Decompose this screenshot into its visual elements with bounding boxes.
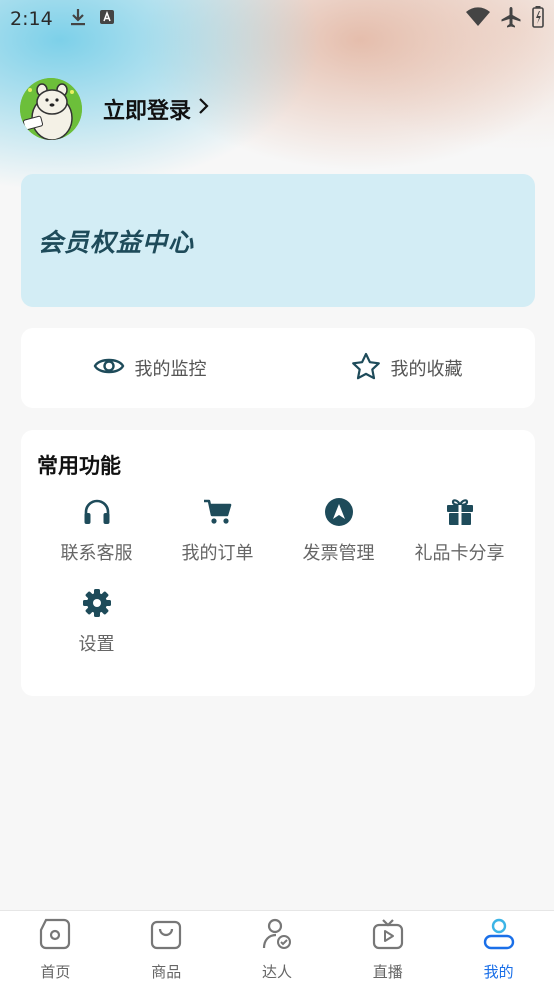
section-title: 常用功能: [37, 454, 121, 478]
quick-link-label: 我的收藏: [390, 359, 463, 380]
chevron-right-icon: [197, 96, 209, 122]
wifi-icon: [466, 7, 490, 31]
home-icon: [38, 917, 72, 955]
star-icon: [351, 352, 381, 385]
gear-icon: [81, 587, 113, 619]
battery-icon: [532, 6, 544, 32]
avatar[interactable]: [20, 78, 82, 140]
common-functions-card: 常用功能 联系客服 我的订单 发票管理 礼品卡分享 设置: [21, 430, 535, 696]
bag-icon: [149, 917, 183, 955]
download-icon: [69, 7, 87, 31]
live-icon: [371, 917, 405, 955]
function-label: 我的订单: [181, 543, 254, 564]
tab-live[interactable]: 直播: [332, 911, 443, 984]
vip-title: 会员权益中心: [38, 227, 195, 257]
vip-benefits-card[interactable]: 会员权益中心: [21, 174, 535, 307]
function-label: 联系客服: [60, 543, 133, 564]
tab-experts[interactable]: 达人: [222, 911, 333, 984]
function-my-orders[interactable]: 我的订单: [157, 496, 278, 565]
function-gift-card-share[interactable]: 礼品卡分享: [399, 496, 520, 565]
status-time: 2:14: [10, 8, 53, 30]
user-icon: [482, 917, 516, 955]
function-label: 发票管理: [302, 543, 375, 564]
function-invoice-management[interactable]: 发票管理: [278, 496, 399, 565]
tab-label: 商品: [151, 963, 182, 981]
tab-label: 直播: [372, 963, 403, 981]
tab-products[interactable]: 商品: [111, 911, 222, 984]
login-link[interactable]: 立即登录: [103, 93, 209, 125]
function-customer-service[interactable]: 联系客服: [36, 496, 157, 565]
a-badge-icon: [99, 9, 115, 29]
quick-link-monitor[interactable]: 我的监控: [21, 354, 278, 383]
eye-icon: [93, 354, 125, 383]
function-settings[interactable]: 设置: [36, 587, 157, 656]
tab-home[interactable]: 首页: [0, 911, 111, 984]
expert-icon: [260, 917, 294, 955]
status-bar: 2:14: [0, 0, 554, 38]
login-label: 立即登录: [103, 99, 192, 124]
quick-link-favorites[interactable]: 我的收藏: [278, 352, 535, 385]
function-label: 礼品卡分享: [414, 543, 505, 564]
tab-label: 首页: [40, 963, 71, 981]
gift-icon: [444, 496, 476, 528]
functions-grid: 联系客服 我的订单 发票管理 礼品卡分享 设置: [36, 496, 520, 656]
headphones-icon: [81, 496, 113, 528]
tab-label: 我的: [483, 963, 514, 981]
quick-link-label: 我的监控: [134, 359, 207, 380]
navigation-icon: [323, 496, 355, 528]
tab-label: 达人: [261, 963, 292, 981]
tab-mine[interactable]: 我的: [443, 911, 554, 984]
quick-links-card: 我的监控 我的收藏: [21, 328, 535, 408]
cart-icon: [202, 496, 234, 528]
profile-header[interactable]: 立即登录: [20, 78, 209, 140]
airplane-icon: [500, 6, 522, 32]
function-label: 设置: [78, 634, 115, 655]
bottom-tab-bar: 首页 商品 达人 直播 我的: [0, 910, 554, 984]
